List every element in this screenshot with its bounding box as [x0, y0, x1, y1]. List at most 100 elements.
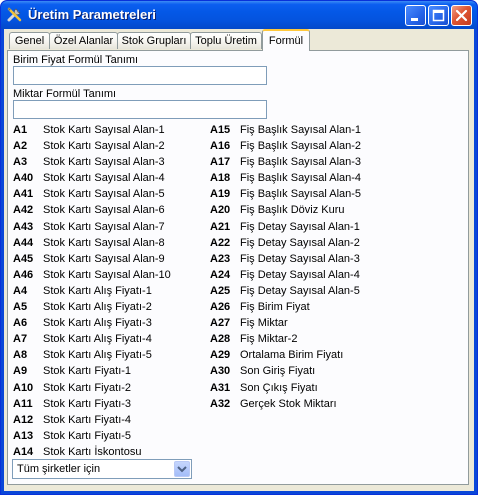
dropdown-button[interactable]: [174, 461, 190, 477]
company-scope-select[interactable]: Tüm şirketler için: [12, 459, 192, 479]
variable-description: Stok Kartı Sayısal Alan-3: [43, 156, 165, 169]
variable-description: Fiş Miktar-2: [240, 333, 298, 346]
variable-description: Stok Kartı Sayısal Alan-6: [43, 204, 165, 217]
chevron-down-icon: [177, 466, 187, 473]
variable-description: Stok Kartı Alış Fiyatı-3: [43, 317, 152, 330]
variable-description: Stok Kartı Alış Fiyatı-4: [43, 333, 152, 346]
variable-code: A23: [210, 252, 231, 265]
window-title: Üretim Parametreleri: [28, 7, 156, 22]
variable-description: Fiş Miktar: [240, 317, 288, 330]
variable-description: Fiş Detay Sayısal Alan-4: [240, 268, 360, 281]
unit-price-formula-input[interactable]: [13, 66, 267, 85]
variable-code: A32: [210, 397, 231, 410]
variable-code: A16: [210, 140, 231, 153]
variable-code: A19: [210, 188, 231, 201]
dialog-body: Genel Özel Alanlar Stok Grupları Toplu Ü…: [4, 29, 474, 491]
variable-description: Stok Kartı İskontosu: [43, 445, 142, 458]
tab-label: Özel Alanlar: [53, 35, 114, 47]
variable-code: A17: [210, 156, 231, 169]
variable-code: A25: [210, 284, 231, 297]
variable-code: A10: [13, 381, 34, 394]
variable-description: Stok Kartı Sayısal Alan-7: [43, 220, 165, 233]
variable-code: A46: [13, 268, 34, 281]
variable-code: A24: [210, 268, 231, 281]
tab-formul[interactable]: Formül: [262, 29, 310, 51]
tab-toplu-uretim[interactable]: Toplu Üretim: [190, 32, 262, 49]
variable-description: Stok Kartı Sayısal Alan-5: [43, 188, 165, 201]
tab-stok-gruplari[interactable]: Stok Grupları: [117, 32, 191, 49]
variable-code: A8: [13, 349, 28, 362]
variable-code: A4: [13, 284, 28, 297]
variable-code: A27: [210, 317, 231, 330]
variable-code: A21: [210, 220, 231, 233]
variable-description: Fiş Detay Sayısal Alan-5: [240, 284, 360, 297]
variable-code: A45: [13, 252, 34, 265]
variable-description: Stok Kartı Sayısal Alan-8: [43, 236, 165, 249]
variable-description: Fiş Başlık Sayısal Alan-3: [240, 156, 362, 169]
variable-code: A9: [13, 365, 28, 378]
variable-code: A18: [210, 172, 231, 185]
variable-code: A14: [13, 445, 34, 458]
variable-description: Stok Kartı Fiyatı-5: [43, 429, 132, 442]
tab-label: Formül: [268, 35, 304, 47]
variable-description: Stok Kartı Sayısal Alan-1: [43, 124, 165, 136]
variable-code: A5: [13, 301, 28, 314]
variable-description: Stok Kartı Alış Fiyatı-5: [43, 349, 152, 362]
variable-description: Stok Kartı Sayısal Alan-9: [43, 252, 165, 265]
variable-description: Fiş Başlık Sayısal Alan-1: [240, 124, 362, 136]
maximize-icon: [432, 9, 445, 22]
title-bar[interactable]: Üretim Parametreleri: [1, 1, 477, 29]
quantity-formula-input[interactable]: [13, 100, 267, 119]
variable-code: A29: [210, 349, 231, 362]
variable-description: Fiş Başlık Sayısal Alan-4: [240, 172, 362, 185]
variable-code: A1: [13, 124, 28, 136]
variable-code: A15: [210, 124, 231, 136]
variable-code: A12: [13, 413, 34, 426]
variable-description: Fiş Detay Sayısal Alan-2: [240, 236, 360, 249]
variable-code: A44: [13, 236, 34, 249]
tab-label: Stok Grupları: [121, 35, 187, 47]
minimize-button[interactable]: [405, 5, 426, 26]
variable-description: Stok Kartı Fiyatı-4: [43, 413, 132, 426]
variable-description: Son Çıkış Fiyatı: [240, 381, 318, 394]
close-button[interactable]: [451, 5, 472, 26]
variable-description: Ortalama Birim Fiyatı: [240, 349, 344, 362]
variable-code: A30: [210, 365, 231, 378]
variable-code: A43: [13, 220, 34, 233]
quantity-formula-label: Miktar Formül Tanımı: [13, 88, 117, 100]
company-scope-value: Tüm şirketler için: [17, 463, 101, 475]
variable-code: A13: [13, 429, 34, 442]
tab-strip: Genel Özel Alanlar Stok Grupları Toplu Ü…: [7, 29, 471, 51]
variable-code: A28: [210, 333, 231, 346]
variable-code: A40: [13, 172, 34, 185]
tab-ozel-alanlar[interactable]: Özel Alanlar: [49, 32, 118, 49]
variable-code: A7: [13, 333, 28, 346]
variable-description: Stok Kartı Sayısal Alan-4: [43, 172, 165, 185]
variable-code: A2: [13, 140, 28, 153]
variable-code: A41: [13, 188, 34, 201]
variable-description: Gerçek Stok Miktarı: [240, 397, 337, 410]
variable-description: Fiş Detay Sayısal Alan-3: [240, 252, 360, 265]
tab-label: Genel: [14, 35, 45, 47]
variable-code: A3: [13, 156, 28, 169]
variable-description: Fiş Başlık Sayısal Alan-2: [240, 140, 362, 153]
variable-code: A31: [210, 381, 231, 394]
formul-tab-panel: Birim Fiyat Formül Tanımı Miktar Formül …: [7, 50, 469, 485]
variable-code: A20: [210, 204, 231, 217]
minimize-icon: [411, 18, 418, 21]
tools-icon: [6, 6, 23, 23]
variable-code: A42: [13, 204, 34, 217]
variable-description: Stok Kartı Fiyatı-2: [43, 381, 132, 394]
variable-description: Stok Kartı Fiyatı-3: [43, 397, 132, 410]
dialog-window: Üretim Parametreleri Genel Özel Alanlar …: [0, 0, 478, 495]
variable-description: Fiş Başlık Sayısal Alan-5: [240, 188, 362, 201]
variable-description: Fiş Birim Fiyat: [240, 301, 310, 314]
maximize-button[interactable]: [428, 5, 449, 26]
variable-code: A26: [210, 301, 231, 314]
tab-genel[interactable]: Genel: [9, 32, 50, 49]
variable-description: Stok Kartı Sayısal Alan-2: [43, 140, 165, 153]
variable-description: Fiş Detay Sayısal Alan-1: [240, 220, 360, 233]
unit-price-formula-label: Birim Fiyat Formül Tanımı: [13, 54, 139, 66]
variable-code: A22: [210, 236, 231, 249]
tab-label: Toplu Üretim: [195, 35, 257, 47]
